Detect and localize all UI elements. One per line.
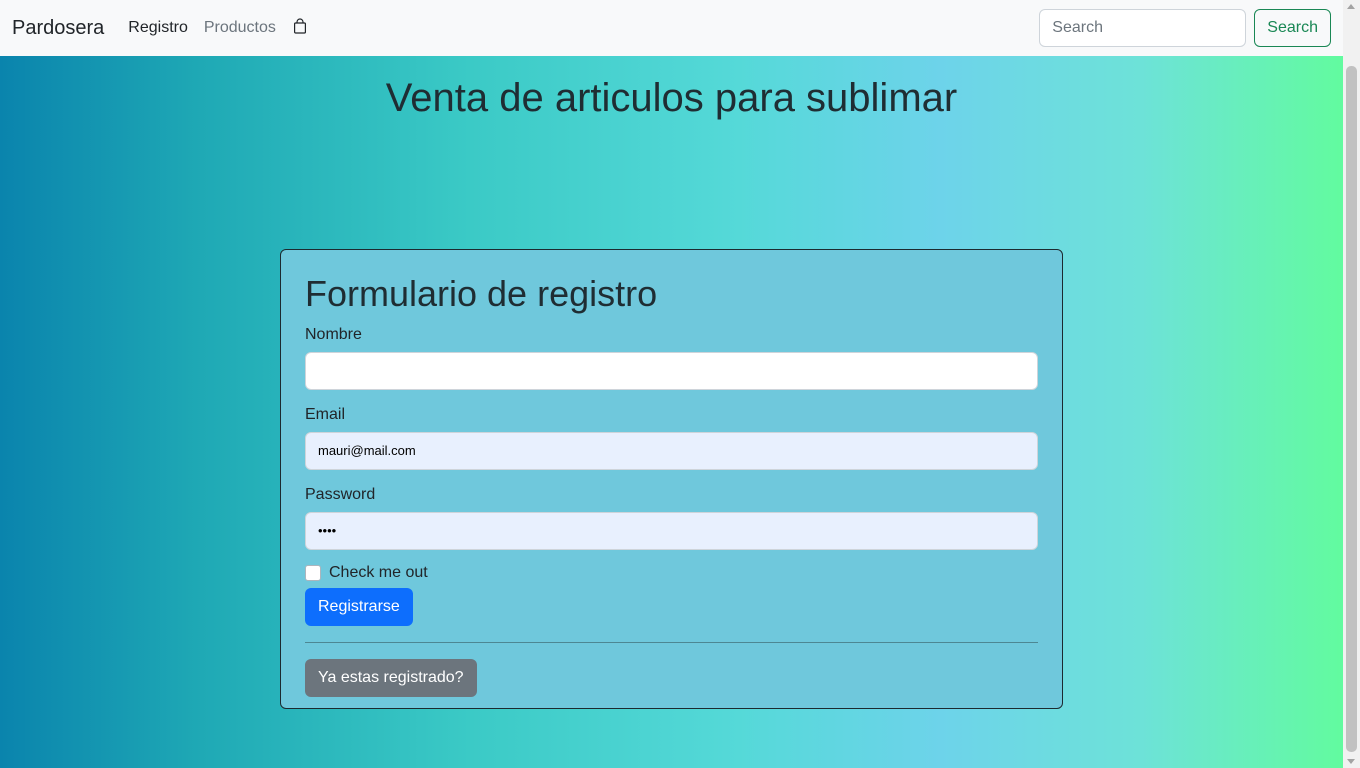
navbar: Pardosera Registro Productos Search [0,0,1343,56]
password-field[interactable] [305,511,1038,550]
scroll-down-arrow-icon[interactable] [1347,759,1355,764]
shopping-bag-icon[interactable] [292,18,308,34]
register-button[interactable]: Registrarse [305,587,413,626]
form-title: Formulario de registro [305,273,658,314]
already-registered-button[interactable]: Ya estas registrado? [305,658,477,697]
search-button[interactable]: Search [1254,9,1331,47]
check-me-out-label[interactable]: Check me out [329,564,428,582]
nav-link-productos[interactable]: Productos [204,19,276,37]
name-label: Nombre [305,325,362,343]
email-label: Email [305,405,346,423]
page-title: Venta de articulos para sublimar [385,76,958,120]
registration-form-card: Formulario de registro Nombre Email Pass… [280,249,1063,709]
brand-link[interactable]: Pardosera [12,17,104,40]
nav-link-registro[interactable]: Registro [128,19,188,37]
divider [305,641,1038,643]
email-field[interactable] [305,431,1038,470]
vertical-scrollbar[interactable] [1343,0,1360,768]
check-me-out-checkbox[interactable] [305,564,321,581]
search-input[interactable] [1039,9,1247,47]
check-me-out-row: Check me out [305,564,1038,582]
shopping-bag-icon-svg [293,18,306,34]
main-content: Venta de articulos para sublimar Formula… [0,56,1343,768]
name-field[interactable] [305,351,1038,390]
password-label: Password [305,485,376,503]
scroll-up-arrow-icon[interactable] [1347,4,1355,9]
scroll-thumb[interactable] [1346,66,1357,752]
